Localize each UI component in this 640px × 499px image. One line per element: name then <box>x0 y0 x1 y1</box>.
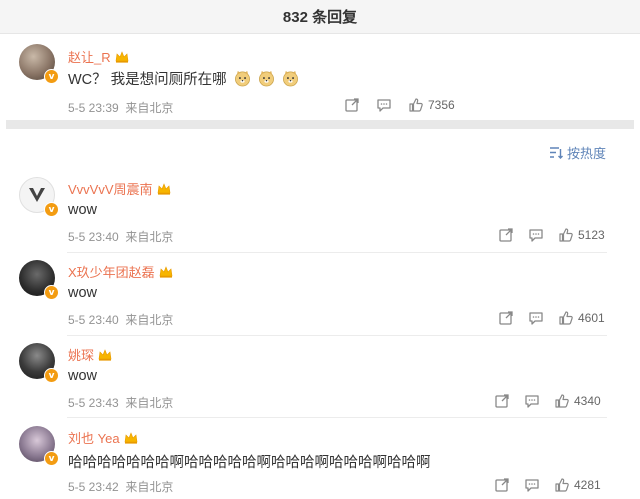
doge-emoji-icon <box>234 70 251 87</box>
comment-text: wow <box>68 285 98 301</box>
location: 来自北京 <box>125 313 174 327</box>
comment-icon[interactable] <box>524 393 540 409</box>
comment-meta: 5-5 23:40 来自北京 <box>68 311 173 328</box>
like-count: 7356 <box>428 98 455 112</box>
comment-icon[interactable] <box>524 477 540 493</box>
thumbs-up-icon <box>558 227 574 243</box>
crown-badge-icon <box>159 266 173 278</box>
timestamp: 5-5 23:43 <box>68 396 119 410</box>
comment-icon[interactable] <box>528 227 544 243</box>
username-label: 赵让_R <box>68 50 111 65</box>
doge-emoji-icon <box>282 70 299 87</box>
thumbs-up-icon <box>554 393 570 409</box>
share-icon[interactable] <box>494 477 510 493</box>
comment-icon[interactable] <box>528 310 544 326</box>
like-count: 4340 <box>574 394 601 408</box>
comment-text-content: WC？ 我是想问厕所在哪 <box>68 72 227 88</box>
comment-actions: 7356 <box>344 97 455 113</box>
sort-button[interactable]: 按热度 <box>548 143 606 162</box>
crown-badge-icon <box>98 349 112 361</box>
username-label: 刘也 Yea <box>68 431 120 446</box>
share-icon[interactable] <box>498 227 514 243</box>
divider <box>67 417 607 418</box>
comment-actions: 4281 <box>494 477 601 493</box>
share-icon[interactable] <box>344 97 360 113</box>
timestamp: 5-5 23:39 <box>68 101 119 115</box>
username[interactable]: 赵让_R <box>68 47 129 66</box>
location: 来自北京 <box>125 480 174 494</box>
comment-meta: 5-5 23:43 来自北京 <box>68 394 173 411</box>
avatar[interactable]: v <box>19 426 59 466</box>
sort-icon <box>548 145 564 161</box>
like-count: 4281 <box>574 478 601 492</box>
divider <box>67 252 607 253</box>
comment-meta: 5-5 23:42 来自北京 <box>68 478 173 495</box>
location: 来自北京 <box>125 230 174 244</box>
like-button[interactable]: 7356 <box>408 97 455 113</box>
verified-badge-icon: v <box>44 202 59 217</box>
avatar[interactable]: v <box>19 177 59 217</box>
verified-badge-icon: v <box>44 69 59 84</box>
username[interactable]: VvvVvV周震南 <box>68 179 171 198</box>
crown-badge-icon <box>115 51 129 63</box>
like-count: 4601 <box>578 311 605 325</box>
timestamp: 5-5 23:40 <box>68 313 119 327</box>
replies-count-title: 832 条回复 <box>282 9 358 26</box>
verified-badge-icon: v <box>44 451 59 466</box>
username[interactable]: X玖少年团赵磊 <box>68 262 173 281</box>
replies-header: 832 条回复 <box>0 0 640 34</box>
username-label: X玖少年团赵磊 <box>68 265 155 280</box>
avatar[interactable]: v <box>19 260 59 300</box>
username-label: 姚琛 <box>68 348 95 363</box>
thumbs-up-icon <box>554 477 570 493</box>
comment-text: WC？ 我是想问厕所在哪 <box>68 68 299 89</box>
verified-badge-icon: v <box>44 285 59 300</box>
username[interactable]: 刘也 Yea <box>68 428 138 447</box>
verified-badge-icon: v <box>44 368 59 383</box>
crown-badge-icon <box>157 183 171 195</box>
location: 来自北京 <box>125 396 174 410</box>
like-count: 5123 <box>578 228 605 242</box>
comment-meta: 5-5 23:40 来自北京 <box>68 228 173 245</box>
section-divider <box>6 120 634 129</box>
comment-icon[interactable] <box>376 97 392 113</box>
avatar[interactable]: v <box>19 343 59 383</box>
doge-emoji-icon <box>258 70 275 87</box>
thumbs-up-icon <box>408 97 424 113</box>
share-icon[interactable] <box>498 310 514 326</box>
sort-label: 按热度 <box>566 146 606 161</box>
like-button[interactable]: 5123 <box>558 227 605 243</box>
location: 来自北京 <box>125 101 174 115</box>
comment-actions: 4340 <box>494 393 601 409</box>
timestamp: 5-5 23:40 <box>68 230 119 244</box>
crown-badge-icon <box>124 432 138 444</box>
like-button[interactable]: 4281 <box>554 477 601 493</box>
divider <box>67 335 607 336</box>
thumbs-up-icon <box>558 310 574 326</box>
like-button[interactable]: 4601 <box>558 310 605 326</box>
comment-actions: 5123 <box>498 227 605 243</box>
avatar[interactable]: v <box>19 44 59 84</box>
comment-actions: 4601 <box>498 310 605 326</box>
comment-meta: 5-5 23:39 来自北京 <box>68 99 173 116</box>
comment-text: 哈哈哈哈哈哈哈啊哈哈哈哈哈啊哈哈哈啊哈哈哈啊哈哈啊 <box>68 455 431 471</box>
comment-text: wow <box>68 368 98 384</box>
like-button[interactable]: 4340 <box>554 393 601 409</box>
username[interactable]: 姚琛 <box>68 345 112 364</box>
parent-comment: v 赵让_R WC？ 我是想问厕所在哪 5-5 23:39 来自北京 7356 <box>0 34 640 120</box>
timestamp: 5-5 23:42 <box>68 480 119 494</box>
username-label: VvvVvV周震南 <box>68 182 153 197</box>
share-icon[interactable] <box>494 393 510 409</box>
comment-text: wow <box>68 202 98 218</box>
